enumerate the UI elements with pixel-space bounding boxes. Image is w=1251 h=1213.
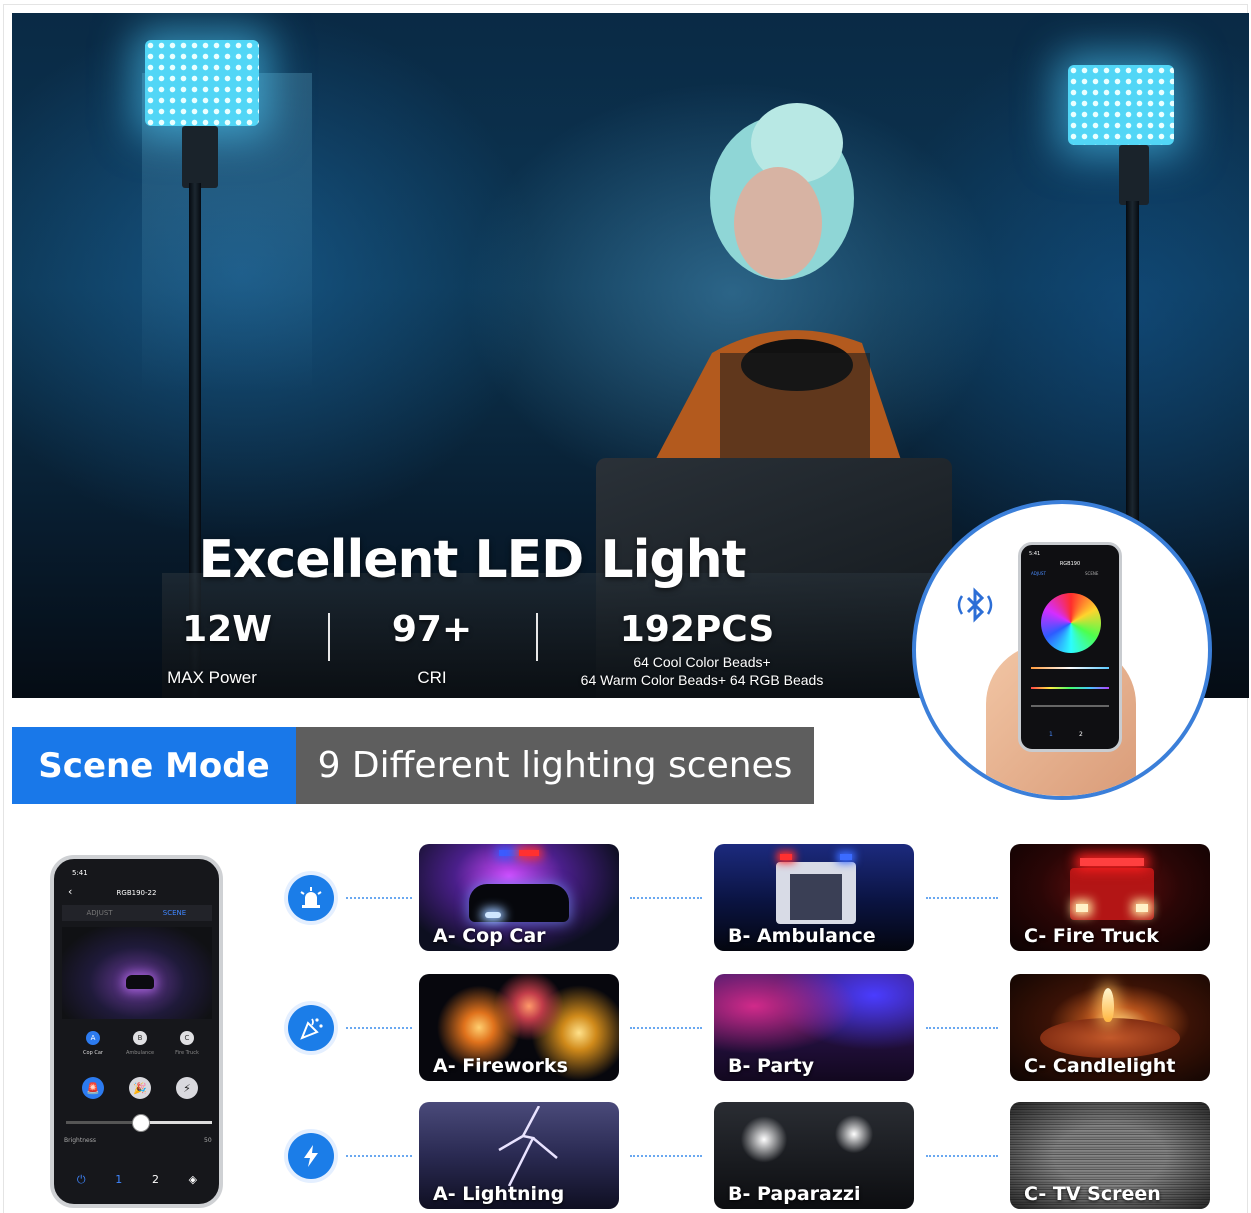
phone-tabs: ADJUST SCENE	[62, 905, 212, 921]
scene-tile-fire-truck: C- Fire Truck	[1010, 844, 1210, 951]
connector-dots	[630, 1155, 702, 1157]
small-phone-tab-adjust[interactable]: ADJUST	[1031, 571, 1046, 576]
lightning-icon[interactable]: ⚡	[176, 1077, 198, 1099]
small-phone-title: RGB190	[1059, 561, 1081, 567]
scene-a-label: Cop Car	[83, 1050, 103, 1056]
bluetooth-icon	[954, 582, 1000, 637]
layers-icon[interactable]: ◈	[189, 1173, 197, 1187]
cct-slider[interactable]	[1031, 667, 1109, 669]
bottom-nav-1[interactable]: 1	[115, 1173, 122, 1187]
tab-scene[interactable]: SCENE	[137, 905, 212, 921]
led-panel-left	[145, 40, 259, 126]
siren-icon	[288, 875, 334, 921]
app-preview-circle: 5:41 RGB190 ADJUST SCENE 1 2	[912, 500, 1212, 800]
light-stand-right	[1126, 201, 1139, 521]
brightness-label: Brightness	[64, 1137, 96, 1144]
led-panel-right	[1068, 65, 1174, 145]
app-phone: 5:41 ‹ RGB190-22 ADJUST SCENE A B C Cop …	[50, 855, 223, 1208]
stat-cri-label: CRI	[417, 668, 447, 687]
connector-dots	[346, 1027, 412, 1029]
scene-mode-tag: Scene Mode	[12, 727, 296, 804]
scene-label: B- Paparazzi	[728, 1183, 861, 1205]
saturation-slider[interactable]	[1031, 705, 1109, 707]
siren-icon[interactable]: 🚨	[82, 1077, 104, 1099]
scene-tile-lightning: A- Lightning	[419, 1102, 619, 1209]
scene-label: C- Fire Truck	[1024, 925, 1159, 947]
stat-power-value: 12W	[182, 609, 272, 650]
small-phone-time: 5:41	[1029, 551, 1041, 557]
hue-slider[interactable]	[1031, 687, 1109, 689]
scene-c-button[interactable]: C	[180, 1031, 194, 1045]
party-popper-icon[interactable]: 🎉	[129, 1077, 151, 1099]
small-phone-nav-2[interactable]: 2	[1079, 731, 1083, 738]
small-phone-nav-1[interactable]: 1	[1049, 731, 1053, 738]
scene-b-button[interactable]: B	[133, 1031, 147, 1045]
stat-beads-line1: 64 Cool Color Beads+	[633, 654, 771, 670]
scene-tile-party: B- Party	[714, 974, 914, 1081]
stat-power-label: MAX Power	[167, 668, 257, 687]
power-icon[interactable]: ⏻	[77, 1173, 86, 1187]
scene-label: A- Fireworks	[433, 1055, 568, 1077]
tab-adjust[interactable]: ADJUST	[62, 905, 137, 921]
scene-label: A- Lightning	[433, 1183, 565, 1205]
scene-a-button[interactable]: A	[86, 1031, 100, 1045]
brightness-slider-knob[interactable]	[132, 1114, 150, 1132]
scene-tile-ambulance: B- Ambulance	[714, 844, 914, 951]
bottom-nav-2[interactable]: 2	[152, 1173, 159, 1187]
panel-mount-left	[182, 126, 218, 188]
scene-mode-description: 9 Different lighting scenes	[296, 727, 814, 804]
scene-c-label: Fire Truck	[175, 1050, 199, 1056]
brightness-value: 50	[204, 1137, 212, 1144]
connector-dots	[346, 1155, 412, 1157]
app-phone-small: 5:41 RGB190 ADJUST SCENE 1 2	[1018, 542, 1122, 752]
connector-dots	[630, 897, 702, 899]
scene-b-label: Ambulance	[125, 1050, 155, 1056]
scene-label: C- TV Screen	[1024, 1183, 1161, 1205]
scene-label: C- Candlelight	[1024, 1055, 1176, 1077]
scene-label: A- Cop Car	[433, 925, 546, 947]
stat-divider-2	[536, 613, 538, 661]
scene-tile-cop-car: A- Cop Car	[419, 844, 619, 951]
scene-tile-candlelight: C- Candlelight	[1010, 974, 1210, 1081]
scene-label: B- Ambulance	[728, 925, 876, 947]
scene-tile-paparazzi: B- Paparazzi	[714, 1102, 914, 1209]
scene-tile-fireworks: A- Fireworks	[419, 974, 619, 1081]
cop-car-preview	[126, 975, 154, 989]
connector-dots	[926, 1027, 998, 1029]
phone-title: RGB190-22	[116, 889, 157, 897]
stat-beads-line2: 64 Warm Color Beads+ 64 RGB Beads	[580, 672, 824, 688]
scene-preview	[62, 927, 212, 1019]
stat-cri-value: 97+	[391, 609, 473, 650]
panel-mount-right	[1119, 145, 1149, 205]
connector-dots	[926, 897, 998, 899]
connector-dots	[630, 1027, 702, 1029]
lightning-icon	[288, 1133, 334, 1179]
small-phone-tab-scene[interactable]: SCENE	[1085, 571, 1098, 576]
party-popper-icon	[288, 1005, 334, 1051]
stat-divider-1	[328, 613, 330, 661]
connector-dots	[926, 1155, 998, 1157]
color-wheel[interactable]	[1041, 593, 1101, 653]
hero-title: Excellent LED Light	[198, 530, 746, 590]
phone-time: 5:41	[72, 869, 88, 877]
scene-label: B- Party	[728, 1055, 815, 1077]
phone-bottom-nav: ⏻ 1 2 ◈	[62, 1173, 212, 1187]
stat-beads-value: 192PCS	[619, 609, 775, 650]
scene-tile-tv-screen: C- TV Screen	[1010, 1102, 1210, 1209]
connector-dots	[346, 897, 412, 899]
